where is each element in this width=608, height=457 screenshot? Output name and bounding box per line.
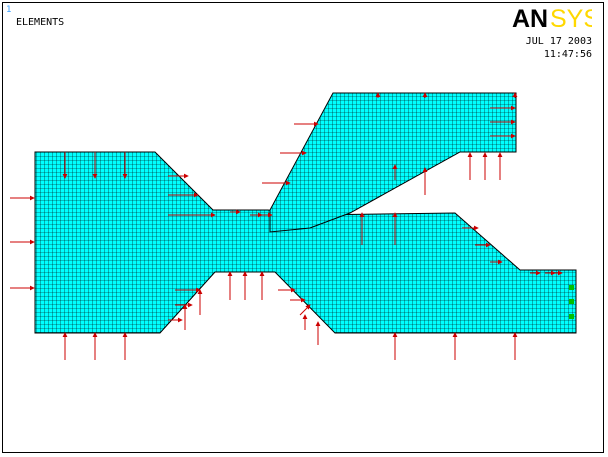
constraint-symbol-icon	[569, 285, 574, 290]
constraint-symbol-icon	[569, 299, 574, 304]
mesh-grid-upper	[270, 93, 516, 232]
finite-element-mesh-plot	[10, 92, 577, 360]
force-arrow-icon	[299, 304, 311, 316]
graphics-viewport[interactable]: 1 ELEMENTS JUL 17 2003 11:47:56 AN SYS	[0, 0, 608, 457]
constraint-symbol-icon	[569, 314, 574, 319]
